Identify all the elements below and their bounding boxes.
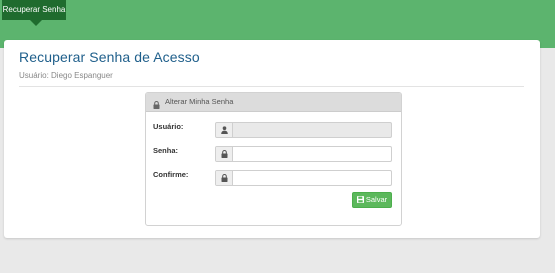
page-title: Recuperar Senha de Acesso [19, 49, 200, 65]
confirme-input[interactable] [233, 171, 390, 185]
lock-icon [216, 147, 233, 161]
page-subtitle: Usuário: Diego Espanguer [19, 71, 113, 80]
divider [19, 86, 524, 87]
save-button[interactable]: Salvar [352, 192, 392, 208]
lock-icon [216, 171, 233, 185]
main-card: Recuperar Senha de Acesso Usuário: Diego… [4, 40, 540, 238]
usuario-field[interactable] [215, 122, 392, 138]
usuario-label: Usuário: [153, 122, 184, 131]
senha-input[interactable] [233, 147, 390, 161]
nav-tab-recuperar-senha[interactable]: Recuperar Senha [2, 0, 66, 26]
senha-field[interactable] [215, 146, 392, 162]
usuario-input [233, 123, 390, 137]
lock-icon [153, 98, 160, 116]
save-button-label: Salvar [365, 195, 388, 204]
panel-header: Alterar Minha Senha [146, 93, 401, 112]
panel-title: Alterar Minha Senha [165, 97, 234, 106]
user-icon [216, 123, 233, 137]
confirme-label: Confirme: [153, 170, 189, 179]
senha-label: Senha: [153, 146, 179, 155]
confirme-field[interactable] [215, 170, 392, 186]
floppy-disk-icon [356, 196, 364, 203]
change-password-panel: Alterar Minha Senha Usuário: Senha: Conf… [145, 92, 402, 226]
